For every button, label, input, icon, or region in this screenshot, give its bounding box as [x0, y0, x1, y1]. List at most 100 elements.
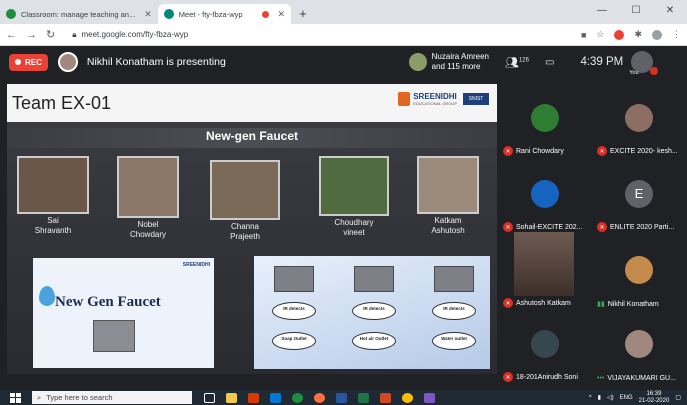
record-dot-icon [15, 59, 21, 65]
back-icon[interactable]: ← [6, 29, 17, 41]
url-text: meet.google.com/fty-fbza-wyp [81, 30, 189, 39]
participant-tile[interactable]: ✕ EXCITE 2020- kesh... [593, 88, 685, 164]
viewers-text: Nuzaira Amreen and 115 more [432, 52, 489, 72]
reload-icon[interactable]: ↻ [46, 28, 55, 41]
volume-icon[interactable]: ◁) [607, 394, 614, 401]
participants-grid: ✕ Rani Chowdary ✕ EXCITE 2020- kesh... ✕ So… [497, 78, 687, 390]
participant-label: ✕ Rani Chowdary [503, 146, 564, 156]
participant-tile[interactable]: ✕ Ashutosh Katkam [499, 240, 591, 316]
windows-taskbar: ⌕ Type here to search ^ ▮ ◁) ENG 16:39 2… [0, 390, 687, 405]
tab-label: Meet - fty-fbza-wyp [178, 9, 243, 19]
language[interactable]: ENG [620, 395, 633, 401]
clock[interactable]: 16:39 21-02-2020 [639, 391, 670, 404]
participant-tile[interactable]: ▮▮ Nikhil Konatham [593, 240, 685, 316]
member-name: Nobel Chowdary [129, 220, 166, 239]
product-card: SREENIDHI New Gen Faucet [33, 258, 214, 368]
you-label: You [629, 70, 639, 76]
participant-tile[interactable]: E ✕ ENLITE 2020 Parti... [593, 164, 685, 240]
member-name: Sai Shravanth [34, 216, 72, 235]
member-name: Katkam Ashutosh [431, 216, 465, 235]
bookmark-star-icon[interactable]: ☆ [596, 29, 604, 40]
logo-sub: EDUCATIONAL GROUP [413, 100, 457, 106]
member-photo [117, 156, 179, 218]
participant-avatar [625, 104, 653, 132]
self-view[interactable]: You [629, 51, 659, 76]
member-card: Nobel Chowdary [117, 156, 179, 240]
team-title: Team EX-01 [12, 93, 112, 113]
flow-column: IR detects Water outlet [424, 266, 484, 350]
mic-off-icon: ✕ [503, 146, 513, 156]
profile-avatar[interactable] [652, 29, 662, 40]
tab-meet[interactable]: Meet - fty-fbza-wyp ✕ [157, 4, 292, 24]
member-card: Channa Prajeeth [210, 160, 280, 242]
powerpoint-icon[interactable] [380, 392, 391, 403]
taskbar-search[interactable]: ⌕ Type here to search [32, 391, 192, 404]
network-icon[interactable]: ▮ [598, 394, 601, 401]
speaking-icon: ▮▮ [597, 301, 605, 308]
classroom-favicon-icon [6, 9, 16, 19]
camera-icon[interactable]: ■ [581, 30, 586, 40]
participant-avatar [531, 330, 559, 358]
edge-icon[interactable] [292, 392, 303, 403]
people-count: 126 [518, 56, 529, 63]
chrome-icon[interactable] [402, 392, 413, 403]
extension-icon[interactable] [614, 29, 625, 40]
new-tab-button[interactable]: + [291, 6, 315, 24]
chat-icon[interactable]: ▭ [545, 57, 554, 68]
slide-title: New-gen Faucet [205, 129, 298, 143]
participant-avatar [625, 330, 653, 358]
store-icon[interactable] [270, 392, 281, 403]
close-window-icon[interactable]: ✕ [653, 0, 687, 24]
windows-start-icon[interactable] [10, 392, 22, 403]
excel-icon[interactable] [358, 392, 369, 403]
participant-tile[interactable]: ✕ Sohail-EXCITE 202... [499, 164, 591, 240]
close-tab-icon[interactable]: ✕ [278, 9, 286, 20]
notifications-icon[interactable]: ▢ [675, 394, 681, 401]
forward-icon[interactable]: → [26, 29, 37, 41]
viewer-avatar [408, 53, 427, 71]
search-placeholder: Type here to search [46, 393, 113, 402]
lock-icon: 🔒︎ [72, 29, 77, 39]
viewer-name: Nuzaira Amreen [431, 52, 489, 61]
participant-label: ▮▮ Nikhil Konatham [597, 300, 659, 309]
firefox-icon[interactable] [314, 392, 325, 403]
window-controls: — ☐ ✕ [585, 0, 687, 24]
file-explorer-icon[interactable] [226, 392, 237, 403]
flow-step: Water outlet [432, 332, 476, 350]
product-title: New Gen Faucet [55, 294, 161, 310]
presenter-text: Nikhil Konatham is presenting [86, 56, 226, 68]
participant-label: ••• VIJAYAKUMARI GU... [597, 375, 676, 382]
mic-off-icon: ✕ [503, 372, 513, 382]
member-photo [417, 156, 479, 214]
maximize-icon[interactable]: ☐ [619, 0, 653, 24]
minimize-icon[interactable]: — [585, 0, 619, 24]
other-app-icon[interactable] [424, 392, 435, 403]
url-field[interactable]: 🔒︎ meet.google.com/fty-fbza-wyp [64, 27, 196, 43]
office-icon[interactable] [248, 392, 259, 403]
participant-tile[interactable]: ••• VIJAYAKUMARI GU... [593, 314, 685, 390]
extensions-puzzle-icon[interactable]: ✱ [634, 29, 642, 40]
word-icon[interactable] [336, 392, 347, 403]
member-card: Sai Shravanth [17, 156, 89, 236]
device-image [274, 266, 314, 292]
participant-tile[interactable]: ✕ Rani Chowdary [499, 88, 591, 164]
close-tab-icon[interactable]: ✕ [144, 9, 152, 20]
meet-top-controls: 👥︎126 ▭ 4:39 PM You [497, 46, 687, 78]
people-button[interactable]: 👥︎126 [505, 56, 529, 69]
self-mute-icon [650, 67, 659, 75]
participant-tile[interactable]: ✕ 18-201Anirudh Soni [499, 314, 591, 390]
toolbar-right: ■ ☆ ✱ ⋮ [581, 29, 681, 40]
logo-name: SREENIDHI [413, 91, 457, 101]
slide-header: Team EX-01 SREENIDHI EDUCATIONAL GROUP S… [7, 84, 497, 122]
tab-classroom[interactable]: Classroom: manage teaching an... ✕ [0, 4, 158, 24]
presenter-avatar [57, 52, 78, 72]
viewers-summary[interactable]: Nuzaira Amreen and 115 more [408, 52, 489, 72]
taskbar-apps [204, 392, 435, 403]
participant-avatar: E [625, 180, 653, 208]
task-view-icon[interactable] [204, 392, 215, 403]
device-image [434, 266, 474, 292]
tray-up-icon[interactable]: ^ [589, 395, 592, 401]
meet-favicon-icon [163, 9, 174, 19]
recording-indicator-icon [261, 10, 269, 18]
menu-icon[interactable]: ⋮ [672, 29, 681, 40]
